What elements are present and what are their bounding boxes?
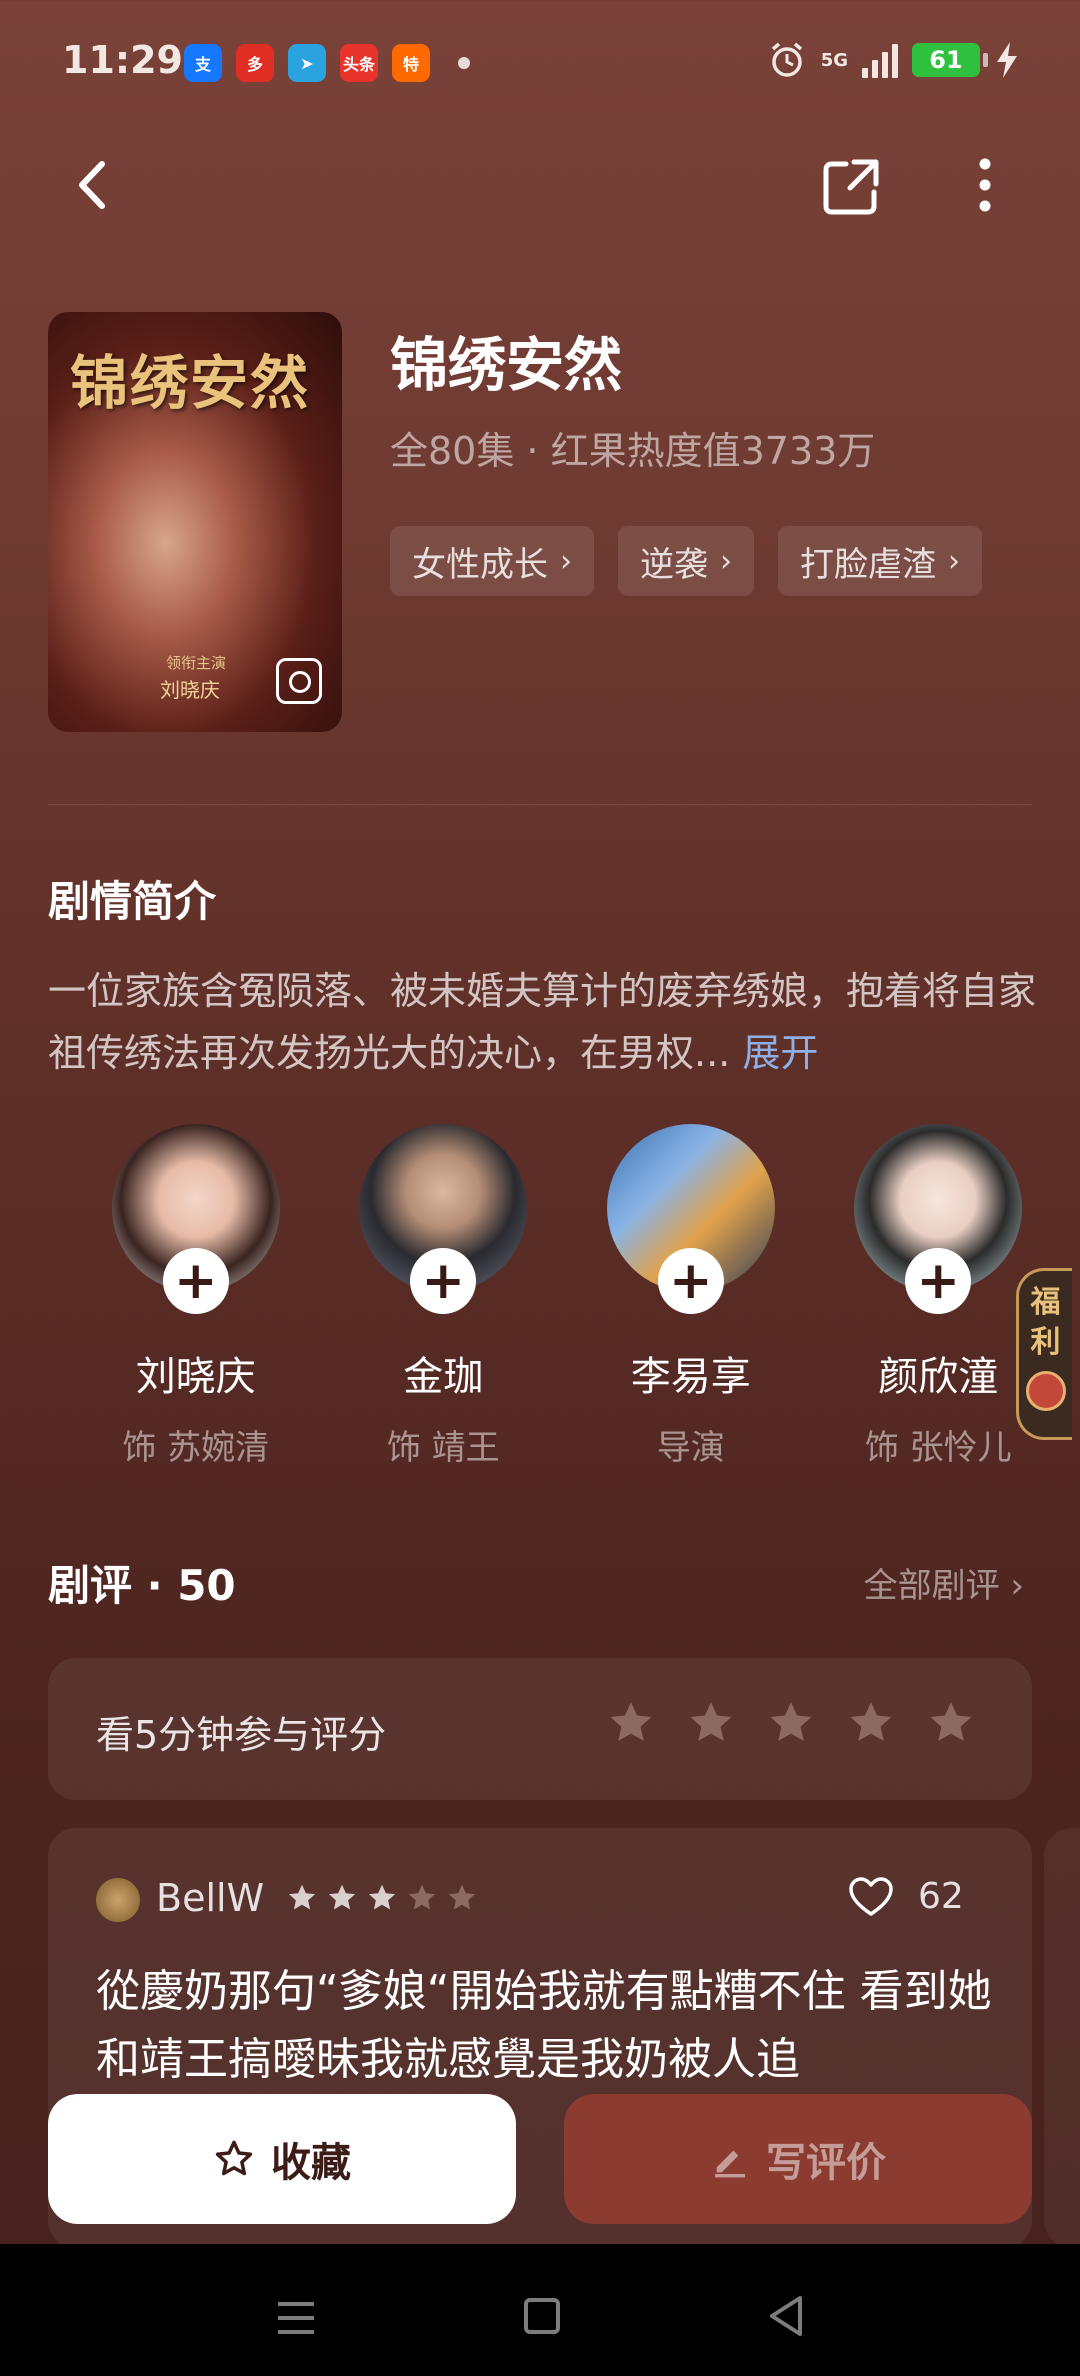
rate-star-icon[interactable] — [606, 1698, 656, 1748]
star-empty-icon — [408, 1884, 436, 1910]
battery-level: 61 — [929, 46, 963, 74]
poster-actor: 刘晓庆 — [160, 678, 220, 702]
telegram-icon: ➤ — [288, 44, 326, 82]
alipay-icon: 支 — [184, 44, 222, 82]
cast-role: 导演 — [656, 1428, 725, 1468]
rate-star-icon[interactable] — [766, 1698, 816, 1748]
pinduoduo-icon: 多 — [236, 44, 274, 82]
more-button[interactable] — [960, 150, 1010, 220]
home-button[interactable] — [524, 2298, 560, 2334]
cast-name: 颜欣潼 — [878, 1354, 999, 1400]
chevron-right-icon: › — [1010, 1566, 1024, 1606]
follow-plus-icon[interactable]: + — [410, 1248, 477, 1314]
pencil-icon — [715, 2150, 745, 2178]
tag-chip[interactable]: 打脸虐渣 › — [778, 526, 982, 596]
toutiao-icon: 头条 — [340, 44, 378, 82]
recent-apps-button[interactable] — [276, 2300, 316, 2336]
synopsis-body: 一位家族含冤陨落、被未婚夫算计的废弃绣娘，抱着将自家祖传绣法再次发扬光大的决心，… — [48, 969, 1037, 1075]
cast-role: 饰 张怜儿 — [864, 1428, 1012, 1468]
share-button[interactable] — [820, 156, 882, 218]
gallery-icon — [276, 658, 322, 704]
welfare-label-1: 福 — [1030, 1285, 1061, 1320]
cast-name: 李易享 — [630, 1354, 751, 1400]
cast-role: 饰 苏婉清 — [122, 1428, 270, 1468]
follow-plus-icon[interactable]: + — [657, 1248, 724, 1314]
poster-subtitle: 领衔主演 — [166, 654, 227, 672]
cast-role: 饰 靖王 — [386, 1428, 500, 1468]
chevron-right-icon: › — [560, 543, 572, 579]
status-bar: 11:29 支多 ➤ 头条特 5G 61 — [0, 0, 1080, 130]
avatar[interactable]: + — [606, 1124, 775, 1314]
cast-member[interactable]: + 刘晓庆饰 苏婉清 — [72, 1124, 320, 1469]
review-text: 從慶奶那句“爹娘“開始我就有點糟不住 看到她和靖王搞曖昧我就感覺是我奶被人追 — [96, 1966, 992, 2085]
collect-label: 收藏 — [271, 2140, 351, 2186]
battery-icon: 61 — [912, 43, 988, 77]
collect-button[interactable]: 收藏 — [48, 2094, 516, 2224]
reviewer-name[interactable]: BellW — [156, 1876, 264, 1920]
coin-icon — [1025, 1371, 1066, 1411]
star-filled-icon — [328, 1884, 356, 1910]
synopsis-text: 一位家族含冤陨落、被未婚夫算计的废弃绣娘，抱着将自家祖传绣法再次发扬光大的决心，… — [48, 960, 1038, 1084]
cast-list: + 刘晓庆饰 苏婉清 + 金珈饰 靖王 + 李易享导演 + 颜欣潼饰 张怜儿 — [72, 1124, 1062, 1469]
cast-name: 金珈 — [403, 1354, 484, 1400]
system-nav-bar — [0, 2244, 1080, 2376]
tag-chip[interactable]: 逆袭 › — [618, 526, 754, 596]
like-count: 62 — [918, 1876, 964, 1917]
taobao-special-icon: 特 — [392, 44, 430, 82]
synopsis-heading: 剧情简介 — [48, 877, 217, 926]
star-empty-icon — [448, 1884, 476, 1910]
signal-icon — [862, 42, 898, 78]
welfare-button[interactable]: 福 利 — [1016, 1268, 1072, 1440]
reviews-heading: 剧评 · 50 — [48, 1561, 236, 1610]
all-reviews-link[interactable]: 全部剧评 › — [864, 1558, 1024, 1607]
rating-stars-input — [606, 1698, 976, 1748]
all-reviews-label: 全部剧评 — [863, 1566, 1000, 1606]
status-indicators: 5G 61 — [767, 40, 1020, 80]
show-meta: 全80集 · 红果热度值3733万 — [390, 429, 876, 473]
welfare-label-2: 利 — [1030, 1325, 1061, 1360]
star-filled-icon — [368, 1884, 396, 1910]
tag-label: 逆袭 — [640, 544, 708, 585]
status-time: 11:29 — [62, 38, 183, 82]
notification-icons: 支多 ➤ 头条特 — [184, 44, 470, 82]
expand-link[interactable]: 展开 — [742, 1031, 818, 1075]
tag-label: 女性成长 — [412, 544, 548, 585]
back-button[interactable] — [64, 150, 124, 220]
star-filled-icon — [288, 1884, 316, 1910]
chevron-right-icon: › — [720, 543, 732, 579]
tag-list: 女性成长 › 逆袭 › 打脸虐渣 › — [390, 526, 982, 596]
more-notifications-icon — [458, 57, 470, 69]
cast-name: 刘晓庆 — [135, 1354, 256, 1400]
follow-plus-icon[interactable]: + — [162, 1248, 229, 1314]
avatar[interactable] — [96, 1878, 140, 1922]
network-type: 5G — [820, 49, 848, 71]
poster-title: 锦绣安然 — [70, 349, 311, 417]
rate-prompt: 看5分钟参与评分 — [96, 1713, 387, 1757]
write-review-button[interactable]: 写评价 — [564, 2094, 1032, 2224]
rate-star-icon[interactable] — [686, 1698, 736, 1748]
heart-icon[interactable] — [848, 1876, 894, 1918]
avatar[interactable]: + — [111, 1124, 280, 1314]
avatar[interactable]: + — [359, 1124, 528, 1314]
chevron-right-icon: › — [948, 543, 960, 579]
rate-box: 看5分钟参与评分 — [48, 1658, 1032, 1800]
follow-plus-icon[interactable]: + — [905, 1248, 972, 1314]
write-review-label: 写评价 — [766, 2140, 886, 2186]
star-icon — [215, 2140, 253, 2176]
divider — [48, 804, 1032, 805]
tag-chip[interactable]: 女性成长 › — [390, 526, 594, 596]
avatar[interactable]: + — [854, 1124, 1023, 1314]
alarm-icon — [771, 42, 802, 77]
rate-star-icon[interactable] — [926, 1698, 976, 1748]
cast-member[interactable]: + 李易享导演 — [567, 1124, 815, 1469]
cast-member[interactable]: + 金珈饰 靖王 — [320, 1124, 568, 1469]
next-review-card[interactable] — [1044, 1828, 1080, 2248]
show-title: 锦绣安然 — [390, 331, 623, 399]
review-rating — [286, 1882, 478, 1914]
show-poster[interactable]: 锦绣安然 领衔主演 刘晓庆 — [48, 312, 342, 732]
tag-label: 打脸虐渣 — [800, 544, 936, 585]
charging-icon — [997, 42, 1017, 78]
system-back-button[interactable] — [766, 2294, 806, 2338]
rate-star-icon[interactable] — [846, 1698, 896, 1748]
